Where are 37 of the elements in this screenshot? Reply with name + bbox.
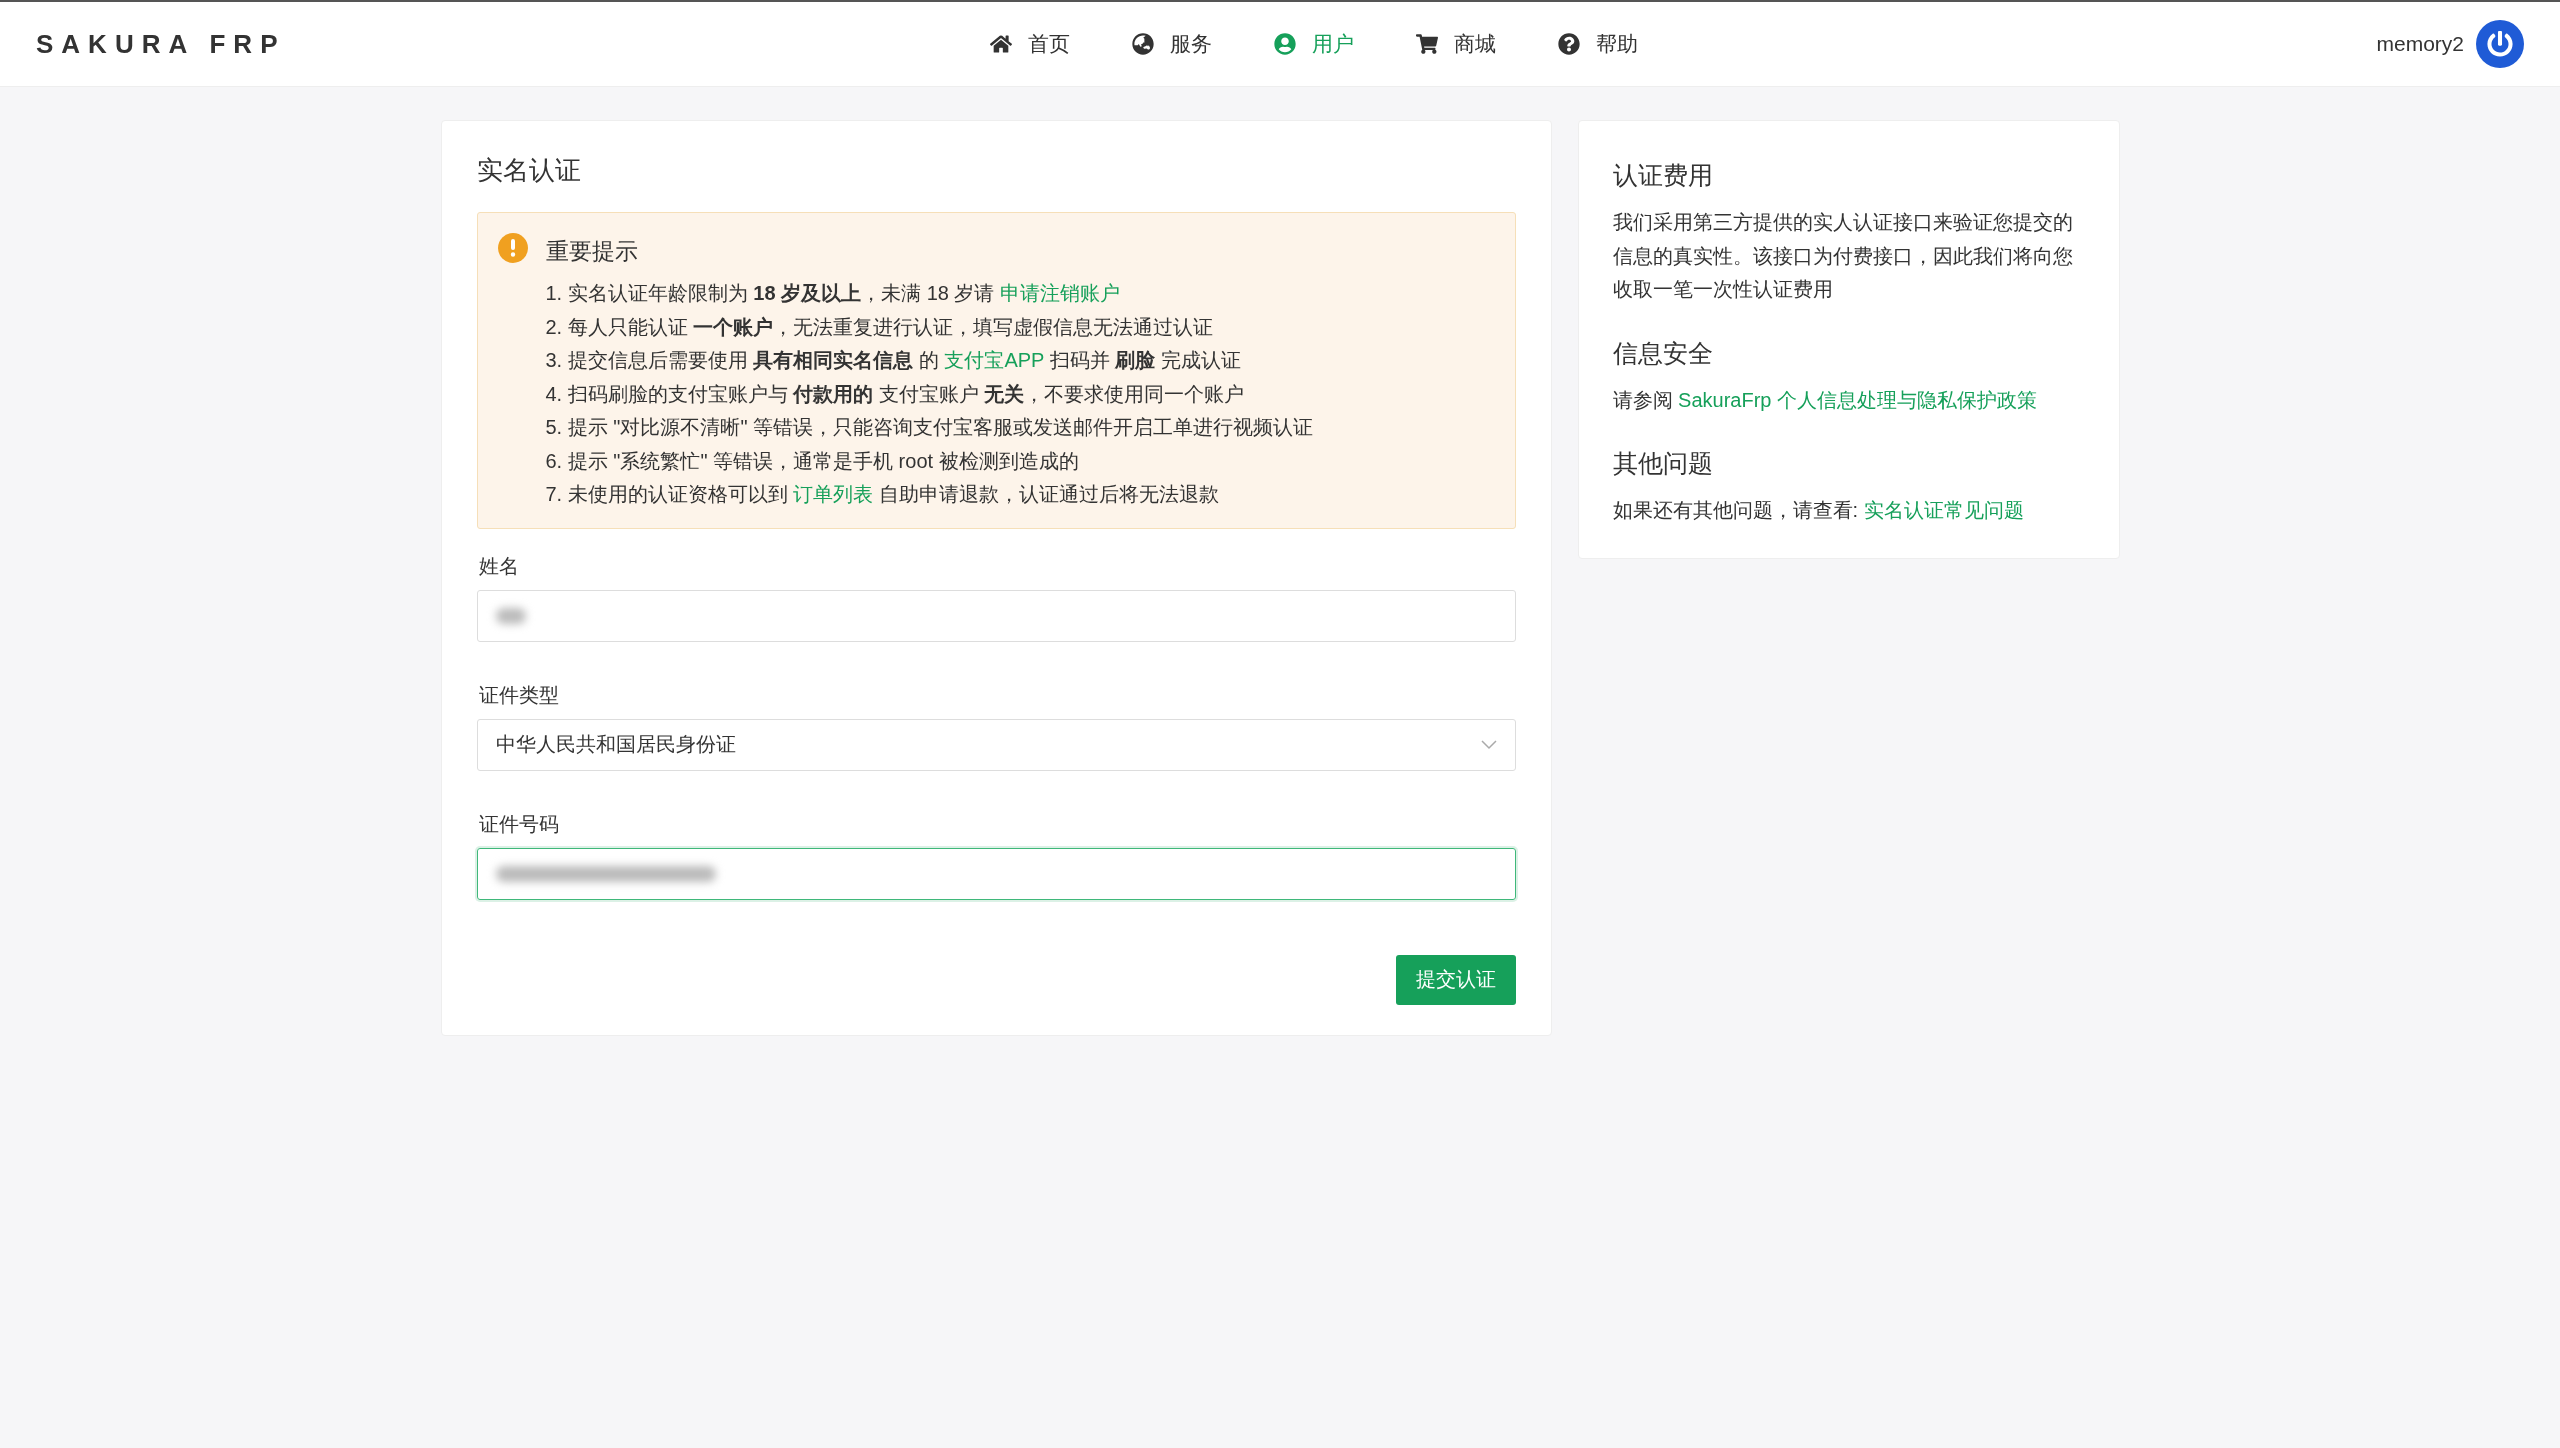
- notice-title: 重要提示: [545, 237, 639, 266]
- section-title: 认证费用: [1612, 160, 1714, 191]
- globe-icon: [1132, 33, 1154, 55]
- section-text: 我们采用第三方提供的实人认证接口来验证您提交的信息的真实性。该接口为付费接口，因此我们将向您收取一笔一次性认证费用: [1612, 210, 2074, 302]
- notice-item: 3. 提交信息后需要使用 具有相同实名信息 的 支付宝APP 扫码并 刷脸 完成认证: [545, 348, 1242, 373]
- home-icon: [990, 33, 1012, 55]
- input-field[interactable]: [476, 847, 1516, 900]
- logo[interactable]: SAKURA FRP: [36, 28, 286, 60]
- page-title: 实名认证: [476, 154, 582, 187]
- notice-item: 6. 提示 "系统繁忙" 等错误，通常是手机 root 被检测到造成的: [545, 448, 1080, 474]
- user-icon: [1274, 33, 1296, 55]
- nav-item[interactable]: 首页: [990, 30, 1070, 58]
- link[interactable]: 实名认证常见问题: [1863, 499, 2024, 521]
- select-field[interactable]: 中华人民共和国居民身份证: [476, 718, 1516, 771]
- section-title: 信息安全: [1612, 337, 1714, 369]
- section-title: 其他问题: [1612, 448, 1714, 479]
- field-label: 证件号码: [477, 811, 560, 837]
- cart-icon: [1416, 33, 1438, 55]
- section-text: 如果还有其他问题，请查看: 实名认证常见问题: [1612, 498, 2025, 523]
- warning-icon: [497, 233, 528, 263]
- power-icon[interactable]: [2476, 20, 2524, 68]
- chevron-icon: [1480, 739, 1497, 750]
- help-icon: [1558, 33, 1580, 55]
- nav-item[interactable]: 帮助: [1558, 30, 1638, 58]
- notice-item: 2. 每人只能认证 一个账户，无法重复进行认证，填写虚假信息无法通过认证: [545, 314, 1215, 340]
- field-label: 证件类型: [477, 682, 560, 708]
- notice-item: 5. 提示 "对比源不清晰" 等错误，只能咨询支付宝客服或发送邮件开启工单进行视频认证: [545, 415, 1314, 440]
- notice-item: 4. 扫码刷脸的支付宝账户与 付款用的 支付宝账户 无关，不要求使用同一个账户: [545, 381, 1246, 407]
- nav-item[interactable]: 商城: [1416, 30, 1496, 58]
- notice-item: 7. 未使用的认证资格可以到 订单列表 自助申请退款，认证通过后将无法退款: [545, 482, 1220, 507]
- username[interactable]: memory2: [2376, 32, 2464, 56]
- nav-item[interactable]: 服务: [1132, 30, 1212, 58]
- nav-item[interactable]: 用户: [1274, 30, 1354, 58]
- section-text: 请参阅 SakuraFrp 个人信息处理与隐私保护政策: [1612, 387, 2038, 413]
- field-label: 姓名: [477, 553, 520, 579]
- blurred-value: [495, 607, 526, 624]
- notice-item: 1. 实名认证年龄限制为 18 岁及以上，未满 18 岁请 申请注销账户: [545, 281, 1122, 306]
